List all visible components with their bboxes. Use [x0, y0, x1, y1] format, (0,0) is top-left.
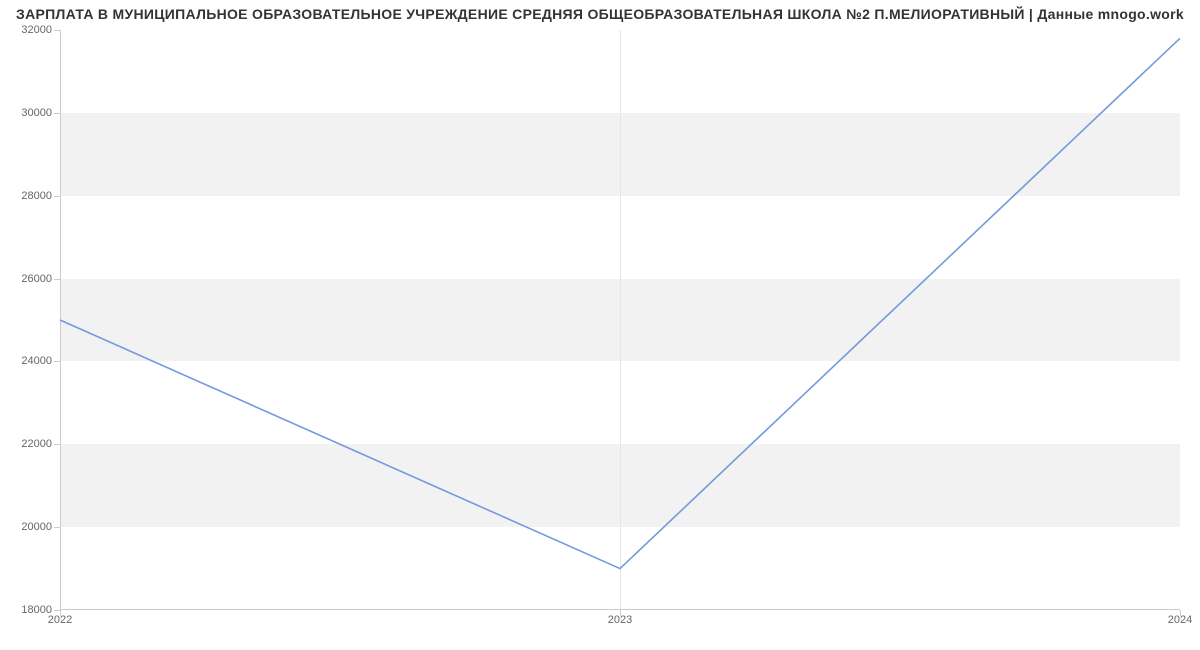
y-tick-label: 24000 [2, 355, 52, 367]
y-tick-label: 32000 [2, 24, 52, 36]
y-tick-label: 20000 [2, 521, 52, 533]
x-tick [620, 610, 621, 616]
x-tick [60, 610, 61, 616]
y-tick-label: 28000 [2, 190, 52, 202]
y-tick-label: 18000 [2, 604, 52, 616]
x-tick [1180, 610, 1181, 616]
y-tick-label: 30000 [2, 107, 52, 119]
chart-title: ЗАРПЛАТА В МУНИЦИПАЛЬНОЕ ОБРАЗОВАТЕЛЬНОЕ… [0, 6, 1200, 22]
chart-container: ЗАРПЛАТА В МУНИЦИПАЛЬНОЕ ОБРАЗОВАТЕЛЬНОЕ… [0, 0, 1200, 650]
y-tick-label: 26000 [2, 273, 52, 285]
line-series [60, 30, 1180, 610]
y-tick-label: 22000 [2, 438, 52, 450]
plot-area [60, 30, 1180, 610]
